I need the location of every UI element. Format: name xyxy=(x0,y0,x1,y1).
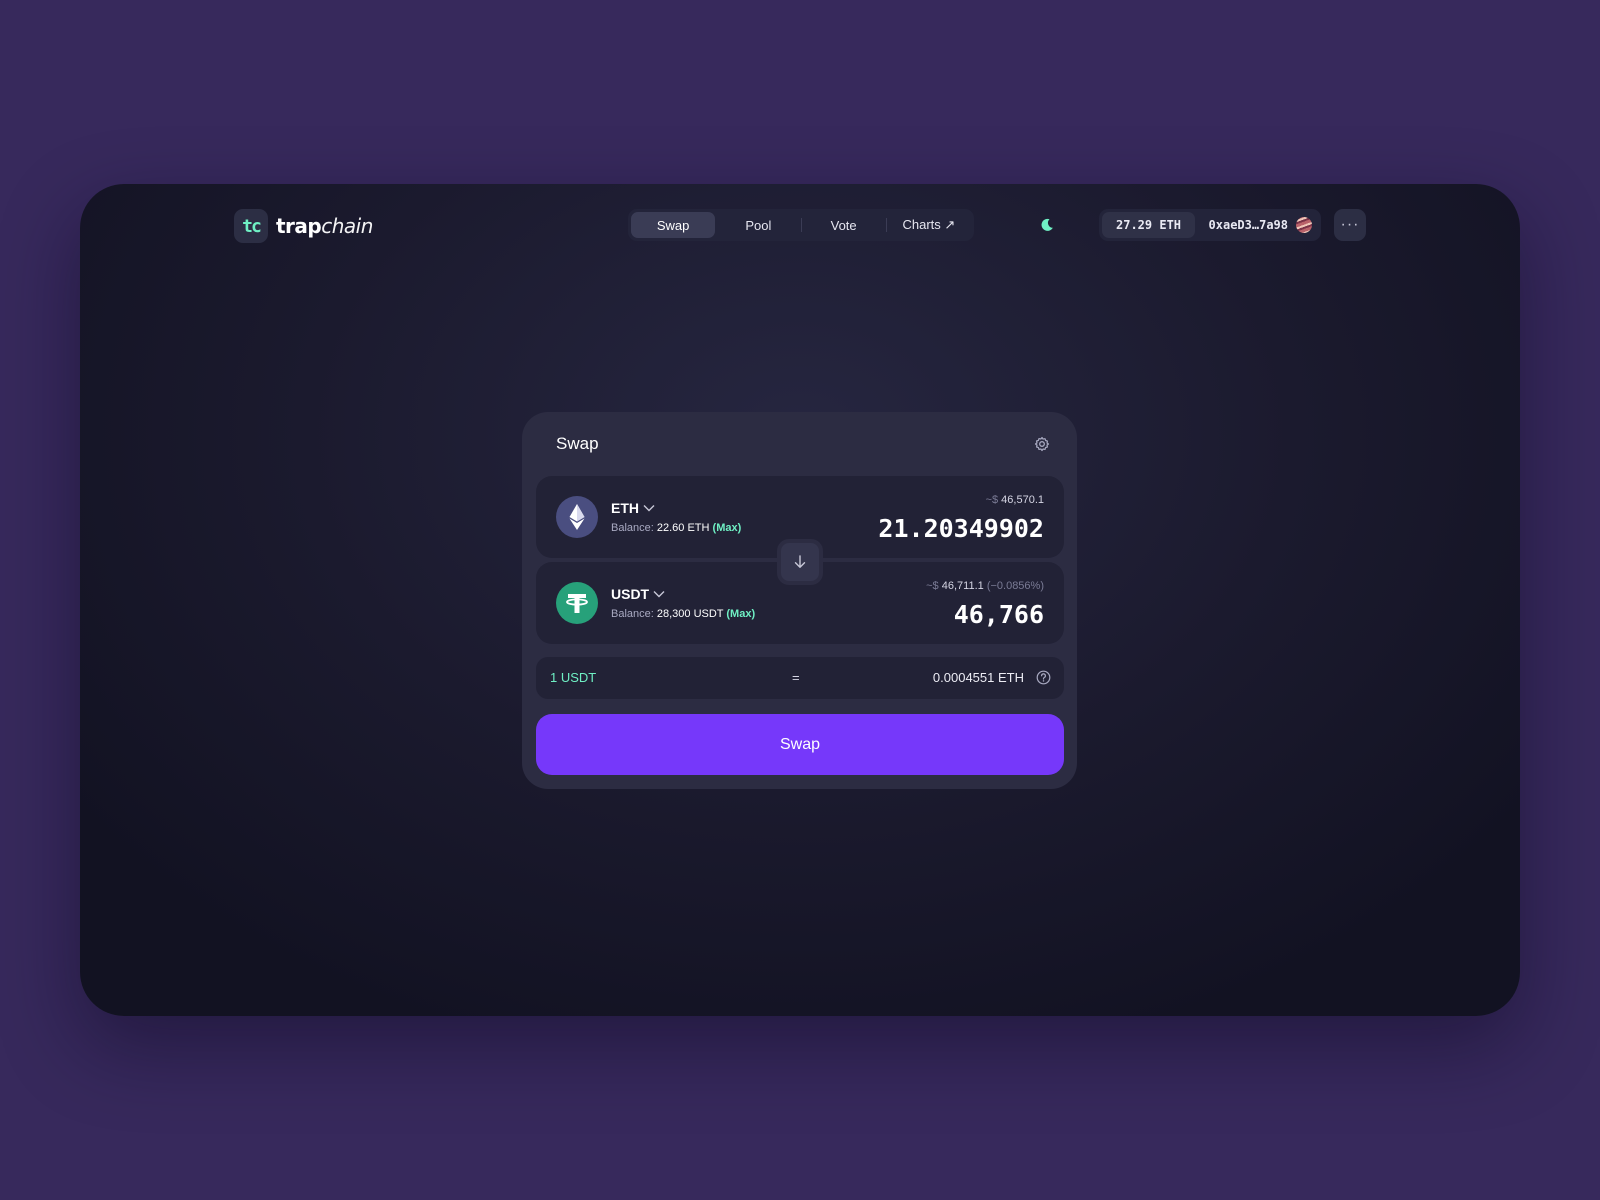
to-balance-label: Balance: xyxy=(611,608,654,620)
to-usd-prefix: ~$ xyxy=(926,580,939,592)
chevron-down-icon xyxy=(653,591,665,598)
from-token-selector[interactable]: ETH xyxy=(611,500,655,516)
to-balance-value: 28,300 USDT xyxy=(656,608,724,620)
from-balance-value: 22.60 ETH xyxy=(656,522,710,534)
to-usd-value: ~$ 46,711.1 (−0.0856%) xyxy=(926,580,1044,592)
from-usd-amount: 46,570.1 xyxy=(1001,494,1044,506)
to-token-symbol: USDT xyxy=(611,586,650,602)
tab-pool[interactable]: Pool xyxy=(716,212,800,238)
from-amount-input[interactable]: 21.20349902 xyxy=(878,514,1044,543)
to-token-selector[interactable]: USDT xyxy=(611,586,665,602)
to-amount-input[interactable]: 46,766 xyxy=(954,600,1044,629)
wallet-address-button[interactable]: 0xaeD3…7a98 xyxy=(1195,217,1318,233)
wallet-widget[interactable]: 27.29 ETH 0xaeD3…7a98 xyxy=(1099,209,1321,241)
eth-token-icon xyxy=(556,496,598,538)
help-icon[interactable] xyxy=(1036,670,1051,685)
from-usd-prefix: ~$ xyxy=(985,494,999,506)
from-balance: Balance: 22.60 ETH (Max) xyxy=(611,522,741,534)
from-balance-label: Balance: xyxy=(611,522,654,534)
from-usd-value: ~$ 46,570.1 xyxy=(986,494,1044,506)
gear-icon[interactable] xyxy=(1034,436,1050,452)
wallet-address: 0xaeD3…7a98 xyxy=(1208,218,1288,232)
tab-charts[interactable]: Charts ↗ xyxy=(887,212,971,238)
to-balance: Balance: 28,300 USDT (Max) xyxy=(611,608,755,620)
ethereum-icon xyxy=(569,504,585,530)
tab-swap[interactable]: Swap xyxy=(631,212,716,238)
app-window: tc trapchain Swap Pool Vote Charts ↗ 27.… xyxy=(80,184,1520,1016)
theme-toggle[interactable] xyxy=(1033,211,1061,239)
switch-tokens-button[interactable] xyxy=(777,539,823,585)
more-icon: ··· xyxy=(1340,216,1360,233)
logo-text-part2: chain xyxy=(321,214,373,238)
rate-to: 0.0004551 ETH xyxy=(932,670,1024,685)
rate-equals: = xyxy=(792,670,800,685)
brand-logo[interactable]: tc trapchain xyxy=(234,209,373,243)
main-nav: Swap Pool Vote Charts ↗ xyxy=(628,209,974,241)
moon-icon xyxy=(1041,218,1053,231)
usdt-token-icon xyxy=(556,582,598,624)
card-title: Swap xyxy=(556,434,599,453)
exchange-rate-row: 1 USDT = 0.0004551 ETH xyxy=(536,657,1064,699)
tether-icon xyxy=(566,594,588,613)
avatar xyxy=(1296,217,1312,233)
from-max-button[interactable]: (Max) xyxy=(713,522,742,534)
logo-mark: tc xyxy=(234,209,268,243)
tab-vote[interactable]: Vote xyxy=(802,212,886,238)
more-button[interactable]: ··· xyxy=(1334,209,1366,241)
logo-text-part1: trap xyxy=(276,214,322,238)
arrow-down-icon xyxy=(794,555,806,568)
to-usd-amount: 46,711.1 xyxy=(941,580,984,592)
wallet-balance: 27.29 ETH xyxy=(1102,212,1196,238)
swap-card: Swap ETH Balance: 22.60 ETH (Max) ~$ 46,… xyxy=(522,412,1077,789)
swap-button[interactable]: Swap xyxy=(536,714,1064,775)
to-max-button[interactable]: (Max) xyxy=(726,608,755,620)
from-token-symbol: ETH xyxy=(611,500,639,516)
logo-text: trapchain xyxy=(276,214,373,238)
to-usd-change: (−0.0856%) xyxy=(986,580,1044,592)
chevron-down-icon xyxy=(643,505,655,512)
rate-from: 1 USDT xyxy=(550,670,597,685)
